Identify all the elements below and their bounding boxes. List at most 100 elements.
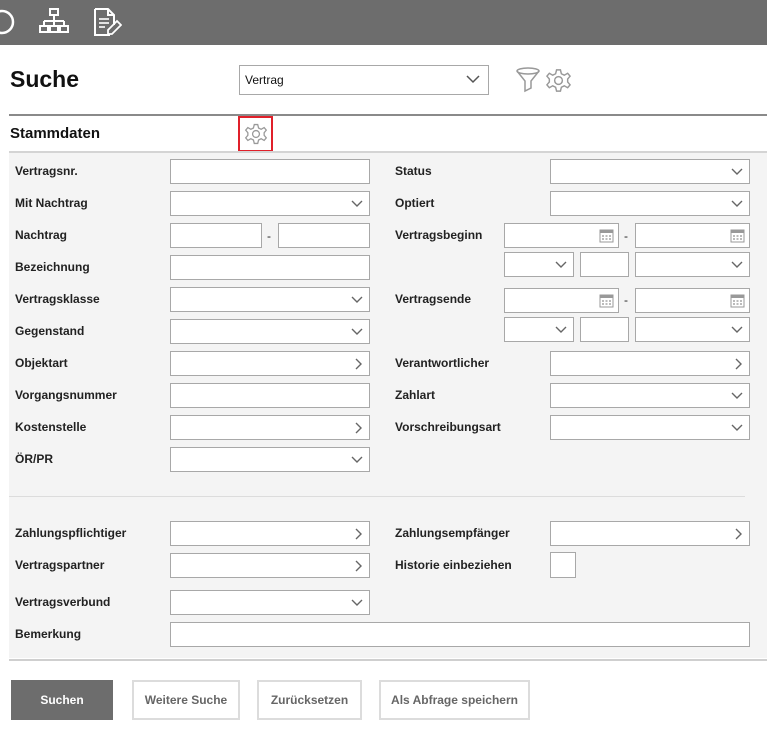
- org-tree-icon[interactable]: [38, 6, 70, 38]
- objektart-picker[interactable]: [170, 351, 370, 376]
- vertragsklasse-select[interactable]: [170, 287, 370, 312]
- historie-checkbox[interactable]: [550, 552, 576, 578]
- chevron-right-icon: [735, 528, 742, 539]
- vertragsende-operator-select[interactable]: [504, 317, 574, 342]
- label-mit-nachtrag: Mit Nachtrag: [15, 196, 88, 210]
- vertragsende-from-date[interactable]: [504, 288, 619, 313]
- zahlungspflichtiger-picker[interactable]: [170, 521, 370, 546]
- label-gegenstand: Gegenstand: [15, 324, 85, 338]
- chevron-down-icon: [351, 456, 363, 463]
- form-group-divider: [9, 496, 745, 497]
- calendar-icon[interactable]: [599, 228, 614, 243]
- vertragsende-offset-input[interactable]: [580, 317, 629, 342]
- more-search-button[interactable]: Weitere Suche: [132, 680, 240, 720]
- search-type-value: Vertrag: [245, 73, 284, 87]
- label-vorschreibungsart: Vorschreibungsart: [395, 420, 501, 434]
- calendar-icon[interactable]: [730, 293, 745, 308]
- vertragsbeginn-unit-select[interactable]: [635, 252, 750, 277]
- zahlart-select[interactable]: [550, 383, 750, 408]
- label-vertragsbeginn: Vertragsbeginn: [395, 228, 483, 242]
- edit-document-icon[interactable]: [90, 6, 122, 38]
- form-bottom-divider: [9, 659, 767, 661]
- bemerkung-input[interactable]: [170, 622, 750, 647]
- top-toolbar: [0, 0, 767, 45]
- vertragsbeginn-from-date[interactable]: [504, 223, 619, 248]
- calendar-icon[interactable]: [599, 293, 614, 308]
- label-vertragsnr: Vertragsnr.: [15, 164, 78, 178]
- label-vertragsverbund: Vertragsverbund: [15, 595, 111, 609]
- vertragsbeginn-offset-input[interactable]: [580, 252, 629, 277]
- search-button[interactable]: Suchen: [11, 680, 113, 720]
- gear-icon[interactable]: [545, 67, 572, 94]
- bezeichnung-input[interactable]: [170, 255, 370, 280]
- nachtrag-from-input[interactable]: [170, 223, 262, 248]
- filter-icon[interactable]: [514, 66, 542, 94]
- label-status: Status: [395, 164, 432, 178]
- label-verantwortlicher: Verantwortlicher: [395, 356, 490, 370]
- nachtrag-to-input[interactable]: [278, 223, 370, 248]
- label-vertragspartner: Vertragspartner: [15, 558, 105, 572]
- gegenstand-select[interactable]: [170, 319, 370, 344]
- vertragsverbund-select[interactable]: [170, 590, 370, 615]
- verantwortlicher-picker[interactable]: [550, 351, 750, 376]
- gear-icon: [244, 123, 268, 145]
- label-vertragsende: Vertragsende: [395, 292, 472, 306]
- chevron-down-icon: [555, 326, 567, 333]
- mit-nachtrag-select[interactable]: [170, 191, 370, 216]
- label-vorgangsnummer: Vorgangsnummer: [15, 388, 117, 402]
- label-vertragsklasse: Vertragsklasse: [15, 292, 100, 306]
- chevron-down-icon: [466, 75, 480, 84]
- label-bemerkung: Bemerkung: [15, 627, 82, 641]
- zahlungsempfaenger-picker[interactable]: [550, 521, 750, 546]
- search-type-select[interactable]: Vertrag: [239, 65, 489, 95]
- help-icon[interactable]: [0, 6, 18, 38]
- label-nachtrag: Nachtrag: [15, 228, 68, 242]
- chevron-down-icon: [731, 424, 743, 431]
- label-kostenstelle: Kostenstelle: [15, 420, 87, 434]
- chevron-down-icon: [731, 261, 743, 268]
- chevron-right-icon: [355, 422, 362, 433]
- vorschreibungsart-select[interactable]: [550, 415, 750, 440]
- chevron-right-icon: [355, 358, 362, 369]
- optiert-select[interactable]: [550, 191, 750, 216]
- vertragsbeginn-to-date[interactable]: [635, 223, 750, 248]
- reset-button[interactable]: Zurücksetzen: [257, 680, 362, 720]
- chevron-down-icon: [351, 296, 363, 303]
- chevron-down-icon: [731, 392, 743, 399]
- page-title: Suche: [10, 66, 80, 92]
- save-query-button[interactable]: Als Abfrage speichern: [379, 680, 530, 720]
- range-separator: -: [624, 293, 628, 307]
- vertragsende-unit-select[interactable]: [635, 317, 750, 342]
- label-zahlungsempfaenger: Zahlungsempfänger: [395, 526, 510, 540]
- label-zahlart: Zahlart: [395, 388, 436, 402]
- kostenstelle-picker[interactable]: [170, 415, 370, 440]
- oer-pr-select[interactable]: [170, 447, 370, 472]
- vorgangsnummer-input[interactable]: [170, 383, 370, 408]
- section-title: Stammdaten: [10, 125, 101, 142]
- section-divider: [9, 151, 767, 153]
- vertragsbeginn-operator-select[interactable]: [504, 252, 574, 277]
- chevron-down-icon: [731, 168, 743, 175]
- chevron-down-icon: [351, 200, 363, 207]
- label-optiert: Optiert: [395, 196, 435, 210]
- calendar-icon[interactable]: [730, 228, 745, 243]
- chevron-right-icon: [355, 528, 362, 539]
- label-oer-pr: ÖR/PR: [15, 452, 54, 466]
- chevron-down-icon: [351, 328, 363, 335]
- label-objektart: Objektart: [15, 356, 68, 370]
- chevron-down-icon: [351, 599, 363, 606]
- chevron-down-icon: [555, 261, 567, 268]
- chevron-down-icon: [731, 326, 743, 333]
- label-zahlungspflichtiger: Zahlungspflichtiger: [15, 526, 127, 540]
- vertragsende-to-date[interactable]: [635, 288, 750, 313]
- label-historie: Historie einbeziehen: [395, 558, 512, 572]
- vertragspartner-picker[interactable]: [170, 553, 370, 578]
- header-divider: [9, 114, 767, 116]
- vertragsnr-input[interactable]: [170, 159, 370, 184]
- section-settings-button[interactable]: [238, 116, 273, 152]
- range-separator: -: [267, 229, 271, 243]
- chevron-right-icon: [735, 358, 742, 369]
- chevron-down-icon: [731, 200, 743, 207]
- label-bezeichnung: Bezeichnung: [15, 260, 90, 274]
- status-select[interactable]: [550, 159, 750, 184]
